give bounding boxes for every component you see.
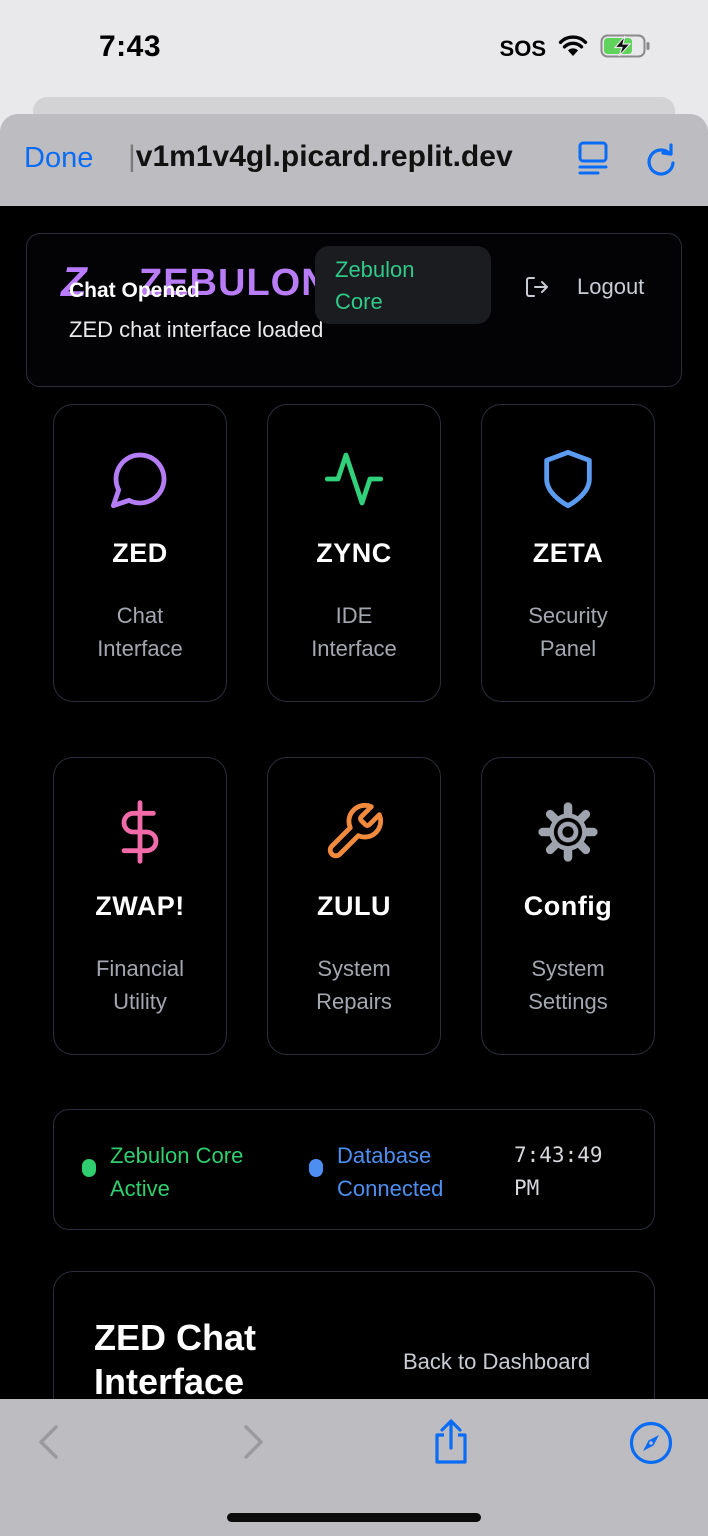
module-zulu-tile[interactable]: ZULU System Repairs (267, 757, 441, 1055)
back-chevron-icon[interactable] (34, 1421, 62, 1468)
core-status-badge: Zebulon Core (315, 246, 491, 324)
module-desc-line: Security (528, 603, 608, 628)
core-status-line: Active (110, 1176, 170, 1201)
module-description: IDE Interface (268, 599, 440, 665)
module-desc-line: IDE (335, 603, 373, 628)
back-to-dashboard-button[interactable]: Back to Dashboard (403, 1349, 590, 1375)
logout-icon[interactable] (524, 274, 550, 305)
status-indicators: SOS (500, 33, 652, 64)
module-name: ZWAP! (95, 891, 185, 921)
shield-icon (482, 447, 654, 511)
module-description: Security Panel (482, 599, 654, 665)
module-desc-line: Utility (113, 989, 167, 1014)
core-status-text: Zebulon Core Active (110, 1139, 243, 1205)
module-desc-line: System (317, 956, 391, 981)
wifi-icon (558, 34, 588, 63)
module-desc-line: Settings (528, 989, 608, 1014)
module-name: Config (523, 891, 613, 921)
module-desc-line: Chat (116, 603, 164, 628)
module-name: ZYNC (316, 538, 392, 568)
database-status-line: Database (337, 1143, 432, 1168)
dollar-icon (54, 800, 226, 864)
module-description: Chat Interface (54, 599, 226, 665)
core-badge-line1: Zebulon (335, 257, 415, 282)
carrier-label: SOS (499, 35, 546, 61)
core-status-line: Zebulon Core (110, 1143, 244, 1168)
browser-top-bar: Done |v1m1v4gl.picard.replit.dev (0, 114, 708, 206)
clock-time: 7:43:49 (514, 1143, 603, 1167)
module-name: ZED (112, 538, 168, 568)
safari-compass-icon[interactable] (628, 1420, 674, 1471)
module-description: System Repairs (268, 952, 440, 1018)
status-time: 7:43 (99, 30, 162, 63)
database-status-text: Database Connected (337, 1139, 443, 1205)
module-desc-line: System (531, 956, 605, 981)
module-zync-tile[interactable]: ZYNC IDE Interface (267, 404, 441, 702)
module-zed-tile[interactable]: ZED Chat Interface (53, 404, 227, 702)
chat-bubble-icon (54, 447, 226, 511)
app-header: Z ZEBULON Chat Opened ZED chat interface… (26, 233, 682, 387)
gear-icon (482, 800, 654, 864)
chat-panel-title: ZED Chat Interface (94, 1317, 256, 1399)
core-status-dot (82, 1159, 96, 1177)
done-button[interactable]: Done (24, 142, 93, 175)
module-desc-line: Interface (97, 636, 183, 661)
module-config-tile[interactable]: Config System Settings (481, 757, 655, 1055)
system-clock: 7:43:49 PM (514, 1139, 603, 1205)
core-badge-line2: Core (335, 289, 383, 314)
activity-icon (268, 447, 440, 511)
database-status-line: Connected (337, 1176, 444, 1201)
system-status-card: Zebulon Core Active Database Connected 7:4… (53, 1109, 655, 1230)
module-desc-line: Panel (539, 636, 597, 661)
battery-charging-icon (600, 33, 652, 64)
toast-description: ZED chat interface loaded (69, 317, 324, 342)
logout-button[interactable]: Logout (577, 274, 644, 300)
module-name: ZETA (532, 538, 604, 568)
text-cursor: | (128, 140, 136, 173)
toast-title: Chat Opened (69, 279, 200, 302)
home-indicator (227, 1513, 481, 1522)
browser-bottom-toolbar (0, 1399, 708, 1536)
module-desc-line: Financial (95, 956, 185, 981)
url-label: v1m1v4gl.picard.replit.dev (135, 140, 513, 173)
module-desc-line: Repairs (316, 989, 392, 1014)
module-name: ZULU (317, 891, 391, 921)
module-desc-line: Interface (311, 636, 397, 661)
share-icon[interactable] (430, 1419, 472, 1470)
clock-period: PM (514, 1176, 540, 1200)
url-display[interactable]: |v1m1v4gl.picard.replit.dev (128, 140, 558, 174)
web-content: Z ZEBULON Chat Opened ZED chat interface… (0, 206, 708, 1399)
forward-chevron-icon[interactable] (240, 1421, 268, 1468)
database-status-dot (309, 1159, 323, 1177)
ios-status-bar: 7:43 SOS (0, 0, 708, 96)
module-zeta-tile[interactable]: ZETA Security Panel (481, 404, 655, 702)
module-description: System Settings (482, 952, 654, 1018)
module-description: Financial Utility (54, 952, 226, 1018)
wrench-icon (268, 800, 440, 864)
reader-view-icon[interactable] (576, 140, 612, 181)
reload-icon[interactable] (644, 142, 678, 183)
chat-panel: ZED Chat Interface Back to Dashboard (53, 1271, 655, 1399)
module-zwap-tile[interactable]: ZWAP! Financial Utility (53, 757, 227, 1055)
